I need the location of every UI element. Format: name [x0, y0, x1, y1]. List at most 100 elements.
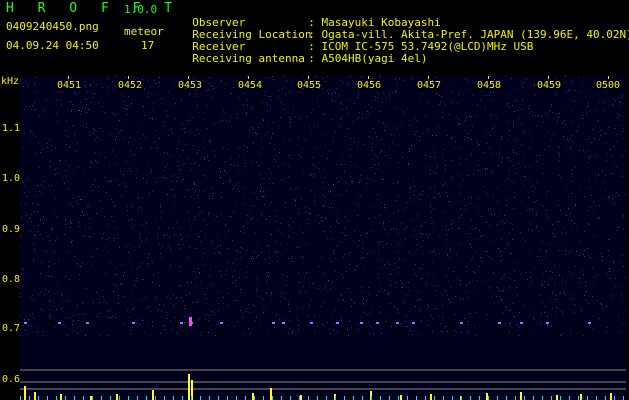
- baseline-bar: [182, 396, 183, 400]
- meteor-label: meteor: [124, 25, 164, 38]
- baseline-bar: [353, 396, 354, 400]
- time-label-0459: 0459: [537, 80, 562, 91]
- activity-bar: [34, 392, 36, 400]
- baseline-bar: [587, 396, 588, 400]
- baseline-bar: [461, 396, 462, 400]
- echo-mark: [310, 322, 313, 324]
- activity-bar: [580, 394, 582, 400]
- baseline-bar: [497, 396, 498, 400]
- freq-label-0.7: 0.7: [2, 323, 21, 334]
- activity-bar: [60, 394, 62, 400]
- baseline-bar: [299, 396, 300, 400]
- freq-label-0.8: 0.8: [2, 274, 21, 285]
- baseline-bar: [119, 396, 120, 400]
- baseline-bar: [20, 396, 21, 400]
- baseline-bar: [218, 396, 219, 400]
- baseline-bar: [488, 396, 489, 400]
- time-label-0454: 0454: [238, 80, 263, 91]
- echo-mark: [336, 322, 339, 324]
- baseline-bar: [209, 396, 210, 400]
- baseline-bar: [407, 396, 408, 400]
- baseline-bar: [263, 396, 264, 400]
- time-label-0453: 0453: [178, 80, 203, 91]
- minute-tick: [548, 76, 549, 79]
- frequency-unit: kHz: [1, 76, 20, 87]
- antenna-row: Receiving antenna: A504HB(yagi 4el): [179, 41, 427, 65]
- activity-bar: [430, 394, 432, 400]
- noise-field: [20, 76, 626, 336]
- activity-bar: [300, 395, 302, 400]
- baseline-bar: [596, 396, 597, 400]
- baseline-bar: [605, 396, 606, 400]
- baseline-bar: [506, 396, 507, 400]
- baseline-bar: [200, 396, 201, 400]
- minute-tick: [248, 76, 249, 79]
- activity-bar: [520, 392, 522, 400]
- baseline-bar: [362, 396, 363, 400]
- meteor-count: 17: [141, 39, 155, 52]
- echo-mark: [180, 322, 183, 324]
- minute-tick: [68, 76, 69, 79]
- baseline-bar: [164, 396, 165, 400]
- echo-mark: [360, 322, 363, 324]
- baseline-bar: [281, 396, 282, 400]
- minute-tick: [188, 76, 189, 79]
- baseline-bar: [515, 396, 516, 400]
- baseline-bar: [101, 396, 102, 400]
- meteor-echo: [189, 317, 192, 326]
- activity-bar: [116, 394, 118, 400]
- baseline-bar: [272, 396, 273, 400]
- activity-bar: [400, 395, 402, 400]
- baseline-bar: [623, 396, 624, 400]
- activity-bar: [556, 395, 558, 400]
- baseline-bar: [389, 396, 390, 400]
- baseline-bar: [83, 396, 84, 400]
- echo-mark: [58, 322, 61, 324]
- echo-mark: [24, 322, 27, 324]
- baseline-bar: [128, 396, 129, 400]
- baseline-bar: [560, 396, 561, 400]
- baseline-bar: [578, 396, 579, 400]
- echo-mark: [396, 322, 399, 324]
- echo-mark: [520, 322, 523, 324]
- baseline-bar: [47, 396, 48, 400]
- baseline-bar: [434, 396, 435, 400]
- baseline-bar: [335, 396, 336, 400]
- baseline-bar: [380, 396, 381, 400]
- activity-bar: [90, 396, 92, 400]
- baseline-bar: [371, 396, 372, 400]
- activity-bar: [152, 390, 154, 400]
- baseline-bar: [137, 396, 138, 400]
- minute-tick: [308, 76, 309, 79]
- time-label-0455: 0455: [297, 80, 322, 91]
- baseline-bar: [245, 396, 246, 400]
- minute-tick: [128, 76, 129, 79]
- baseline-bar: [326, 396, 327, 400]
- baseline-bar: [155, 396, 156, 400]
- freq-label-0.9: 0.9: [2, 224, 21, 235]
- baseline-bar: [470, 396, 471, 400]
- echo-mark: [412, 322, 415, 324]
- baseline-bar: [254, 396, 255, 400]
- freq-label-0.6: 0.6: [2, 374, 21, 385]
- echo-mark: [282, 322, 285, 324]
- baseline-bar: [443, 396, 444, 400]
- minute-tick: [428, 76, 429, 79]
- time-label-0458: 0458: [477, 80, 502, 91]
- spectrogram-plot: [20, 76, 626, 400]
- baseline-bar: [452, 396, 453, 400]
- baseline-bar: [92, 396, 93, 400]
- activity-bar: [24, 386, 26, 400]
- baseline-bar: [416, 396, 417, 400]
- baseline-bar: [29, 396, 30, 400]
- baseline-bar: [542, 396, 543, 400]
- time-label-0500: 0500: [596, 80, 621, 91]
- freq-label-1.1: 1.1: [2, 123, 21, 134]
- time-label-0457: 0457: [417, 80, 442, 91]
- baseline-bar: [533, 396, 534, 400]
- echo-mark: [498, 322, 501, 324]
- echo-mark: [132, 322, 135, 324]
- baseline-bar: [146, 396, 147, 400]
- baseline-bar: [56, 396, 57, 400]
- antenna-label: Receiving antenna: [192, 52, 305, 65]
